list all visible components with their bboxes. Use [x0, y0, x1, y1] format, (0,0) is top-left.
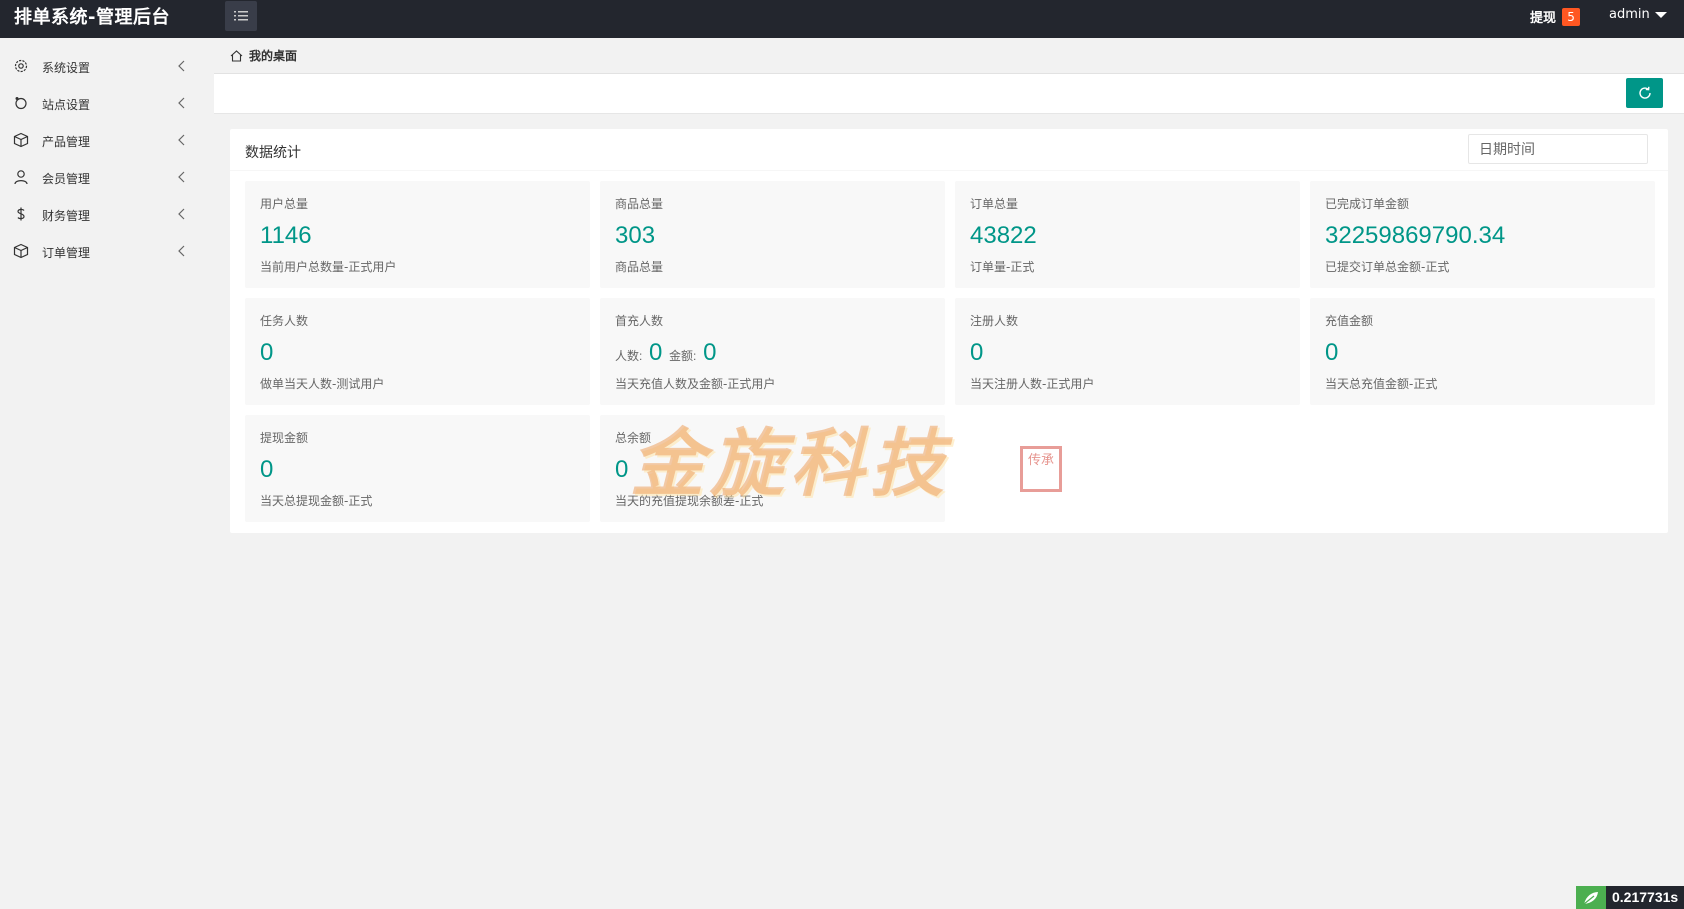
stat-value: 0 — [615, 456, 629, 483]
caret-down-icon — [1654, 11, 1667, 18]
sidebar-item-label: 站点设置 — [42, 98, 91, 112]
sidebar-item-label: 系统设置 — [42, 61, 91, 75]
card-title: 数据统计 — [245, 145, 301, 161]
stat-completed-order-amount: 已完成订单金额 32259869790.34 已提交订单总金额-正式 — [1310, 181, 1655, 288]
sidebar-item-system-settings[interactable]: 系统设置 — [0, 48, 200, 85]
chevron-left-icon — [178, 134, 185, 146]
sidebar-item-order-management[interactable]: 订单管理 — [0, 233, 200, 270]
stat-desc: 商品总量 — [615, 260, 664, 274]
stat-desc: 已提交订单总金额-正式 — [1325, 260, 1450, 274]
toolbar — [214, 74, 1684, 114]
stat-title: 首充人数 — [615, 314, 664, 328]
stat-desc: 当前用户总数量-正式用户 — [260, 260, 397, 274]
tab-bar: 我的桌面 — [214, 38, 1684, 74]
refresh-button[interactable] — [1626, 78, 1663, 108]
withdraw-count-badge: 5 — [1562, 7, 1581, 26]
stat-first-recharge: 首充人数 人数: 0 金额: 0 当天充值人数及金额-正式用户 — [600, 298, 945, 405]
stat-desc: 订单量-正式 — [970, 260, 1035, 274]
site-icon — [15, 97, 27, 110]
stat-value: 43822 — [970, 222, 1037, 249]
sidebar-item-member-management[interactable]: 会员管理 — [0, 159, 200, 196]
date-time-input[interactable] — [1468, 134, 1648, 164]
dollar-icon — [17, 207, 25, 221]
stat-value: 32259869790.34 — [1325, 222, 1506, 249]
user-icon — [14, 170, 28, 185]
timer-value: 0.217731s — [1606, 886, 1684, 909]
stat-desc: 当天总提现金额-正式 — [260, 494, 373, 508]
stat-value: 0 — [970, 339, 984, 366]
stat-title: 充值金额 — [1325, 314, 1374, 328]
withdraw-link[interactable]: 提现 5 — [1530, 7, 1581, 26]
count-value: 0 — [649, 339, 663, 366]
stat-title: 任务人数 — [260, 314, 309, 328]
stat-title: 提现金额 — [260, 431, 309, 445]
stat-desc: 当天总充值金额-正式 — [1325, 377, 1438, 391]
stat-title: 注册人数 — [970, 314, 1019, 328]
chevron-left-icon — [178, 245, 185, 257]
sidebar-item-product-management[interactable]: 产品管理 — [0, 122, 200, 159]
user-menu[interactable]: admin — [1609, 7, 1667, 22]
stat-value: 303 — [615, 222, 656, 249]
order-icon — [13, 243, 29, 259]
tab-home-label: 我的桌面 — [249, 49, 298, 63]
box-icon — [13, 132, 29, 148]
leaf-logo-icon — [1576, 886, 1606, 909]
sidebar-item-label: 订单管理 — [42, 246, 91, 260]
amount-label: 金额: — [669, 349, 697, 363]
menu-toggle-button[interactable] — [225, 1, 257, 31]
sidebar: 系统设置 站点设置 产品管理 会员管理 财务管理 订单管理 — [0, 38, 214, 909]
stat-withdraw-amount: 提现金额 0 当天总提现金额-正式 — [245, 415, 590, 522]
stat-desc: 做单当天人数-测试用户 — [260, 377, 385, 391]
refresh-icon — [1638, 86, 1651, 99]
stat-desc: 当天充值人数及金额-正式用户 — [615, 377, 776, 391]
debug-timer[interactable]: 0.217731s — [1576, 886, 1684, 909]
stat-value: 1146 — [260, 222, 312, 249]
stats-card: 数据统计 用户总量 1146 当前用户总数量-正式用户 商品总量 303 商品总… — [230, 129, 1668, 533]
top-bar: 排单系统-管理后台 提现 5 admin — [0, 0, 1684, 38]
stat-title: 商品总量 — [615, 197, 664, 211]
stat-title: 订单总量 — [970, 197, 1019, 211]
sidebar-item-label: 产品管理 — [42, 135, 91, 149]
tab-home[interactable]: 我的桌面 — [230, 47, 297, 64]
chevron-left-icon — [178, 171, 185, 183]
stat-total-users: 用户总量 1146 当前用户总数量-正式用户 — [245, 181, 590, 288]
stat-value: 0 — [1325, 339, 1339, 366]
home-icon — [230, 49, 243, 62]
chevron-left-icon — [178, 60, 185, 72]
stat-title: 用户总量 — [260, 197, 309, 211]
chevron-left-icon — [178, 208, 185, 220]
stat-value: 0 — [260, 339, 274, 366]
stat-registrations: 注册人数 0 当天注册人数-正式用户 — [955, 298, 1300, 405]
stat-value-group: 人数: 0 金额: 0 — [615, 338, 716, 371]
gear-icon — [14, 59, 28, 73]
stat-total-balance: 总余额 0 当天的充值提现余额差-正式 — [600, 415, 945, 522]
sidebar-item-label: 会员管理 — [42, 172, 91, 186]
sidebar-item-label: 财务管理 — [42, 209, 91, 223]
stat-task-people: 任务人数 0 做单当天人数-测试用户 — [245, 298, 590, 405]
stat-title: 总余额 — [615, 431, 652, 445]
sidebar-item-site-settings[interactable]: 站点设置 — [0, 85, 200, 122]
card-header: 数据统计 — [230, 129, 1668, 171]
stat-desc: 当天注册人数-正式用户 — [970, 377, 1095, 391]
stat-title: 已完成订单金额 — [1325, 197, 1410, 211]
stat-value: 0 — [260, 456, 274, 483]
chevron-left-icon — [178, 97, 185, 109]
count-label: 人数: — [615, 349, 643, 363]
amount-value: 0 — [703, 339, 717, 366]
stat-total-orders: 订单总量 43822 订单量-正式 — [955, 181, 1300, 288]
user-name: admin — [1609, 7, 1650, 22]
stat-desc: 当天的充值提现余额差-正式 — [615, 494, 764, 508]
sidebar-item-finance-management[interactable]: 财务管理 — [0, 196, 200, 233]
brand-title: 排单系统-管理后台 — [14, 7, 170, 28]
stat-total-products: 商品总量 303 商品总量 — [600, 181, 945, 288]
list-icon — [234, 11, 248, 21]
stat-recharge-amount: 充值金额 0 当天总充值金额-正式 — [1310, 298, 1655, 405]
withdraw-label: 提现 — [1530, 11, 1557, 26]
